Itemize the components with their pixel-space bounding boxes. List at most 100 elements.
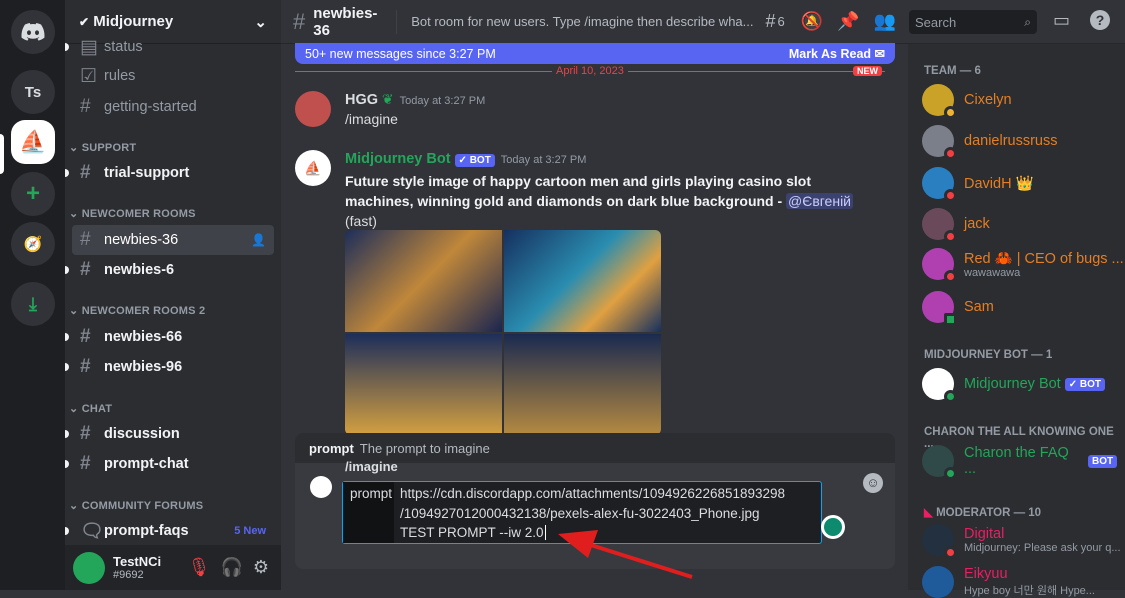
hash-icon: # <box>80 453 91 474</box>
member-list-icon[interactable]: 👥 <box>874 11 896 32</box>
inbox-icon[interactable]: ▭ <box>1053 10 1070 31</box>
channel-trial-support[interactable]: # trial-support <box>65 158 274 188</box>
rules-icon: ☑ <box>80 65 98 87</box>
server-midjourney[interactable]: ⛵ <box>11 120 55 164</box>
channel-label: rules <box>104 68 136 84</box>
member-item[interactable]: jack <box>922 208 990 243</box>
member-list: TEAM — 6 Cixelyn danielrussruss DavidH 👑… <box>908 0 1125 598</box>
avatar[interactable] <box>295 91 331 127</box>
channel-newbies-96[interactable]: # newbies-96 <box>65 352 274 382</box>
user-panel: TestNCi #9692 🎙 🎧 ⚙ <box>65 545 281 590</box>
server-rail: Ts ⛵ + 🧭 ⤓ <box>0 0 65 590</box>
image[interactable] <box>504 230 661 332</box>
member-item[interactable]: Charon the FAQ ... BOT <box>922 445 1118 480</box>
new-messages-banner[interactable]: 50+ new messages since 3:27 PM Mark As Re… <box>295 43 895 64</box>
notification-muted-icon[interactable]: 🔕 <box>801 11 823 32</box>
gear-icon[interactable]: ⚙ <box>253 557 269 578</box>
bot-badge: ✓ BOT <box>1064 377 1105 391</box>
new-badge: NEW <box>853 66 882 76</box>
timestamp: Today at 3:27 PM <box>500 154 587 166</box>
channel-newbies-6[interactable]: # newbies-6 <box>65 255 274 285</box>
member-item[interactable]: DavidH 👑 <box>922 167 1034 202</box>
member-category: TEAM — 6 <box>924 65 981 77</box>
channel-prompt-faqs[interactable]: 🗨 prompt-faqs 5 New <box>65 516 274 546</box>
forum-icon: 🗨 <box>80 521 105 542</box>
member-item[interactable]: danielrussruss <box>922 125 1058 160</box>
channel-header: # newbies-36 Bot room for new users. Typ… <box>281 0 908 44</box>
bot-badge: ✓ BOT <box>454 154 495 167</box>
invite-icon[interactable]: 👤 <box>251 233 266 247</box>
mute-mic-icon[interactable]: 🎙 <box>188 557 211 578</box>
banner-text: 50+ new messages since 3:27 PM <box>305 46 496 61</box>
timestamp: Today at 3:27 PM <box>399 95 486 107</box>
channel-label: newbies-96 <box>104 359 183 375</box>
message-text: /imagine <box>345 111 398 127</box>
param-label: prompt <box>343 482 394 543</box>
category-support[interactable]: ⌄ SUPPORT <box>69 141 136 154</box>
channel-label: newbies-36 <box>104 232 179 248</box>
mark-as-read-button[interactable]: Mark As Read ✉ <box>789 46 885 61</box>
channel-newbies-66[interactable]: # newbies-66 <box>65 322 274 352</box>
category-chat[interactable]: ⌄ CHAT <box>69 402 112 415</box>
member-item[interactable]: Eikyuu Hype boy 너만 원해 Hype... <box>922 566 1095 598</box>
member-item[interactable]: Cixelyn <box>922 84 1012 119</box>
selected-indicator <box>0 134 4 174</box>
hash-icon: # <box>80 96 91 117</box>
member-item[interactable]: Digital Midjourney: Please ask your q... <box>922 524 1121 559</box>
search-placeholder: Search <box>915 14 957 30</box>
channel-discussion[interactable]: # discussion <box>65 419 274 449</box>
hash-icon: # <box>80 229 91 250</box>
emoji-icon[interactable]: ☺ <box>863 473 883 493</box>
hash-icon: # <box>80 326 91 347</box>
image[interactable] <box>504 333 661 435</box>
image[interactable] <box>345 230 502 332</box>
download-icon[interactable]: ⤓ <box>11 282 55 326</box>
bot-badge: BOT <box>1088 454 1118 468</box>
search-input[interactable]: Search ⌕ <box>909 10 1037 34</box>
server-ts[interactable]: Ts <box>11 70 55 114</box>
add-server-icon[interactable]: + <box>11 172 55 216</box>
member-item[interactable]: Red 🦀 | CEO of bugs ... wawawawa <box>922 248 1124 283</box>
prompt-line: TEST PROMPT --iw 2.0 <box>400 525 544 540</box>
channel-getting-started[interactable]: # getting-started <box>72 92 274 122</box>
red-arrow-annotation <box>558 530 693 579</box>
category-newcomer-2[interactable]: ⌄ NEWCOMER ROOMS 2 <box>69 304 205 317</box>
date-divider: April 10, 2023 <box>552 65 628 77</box>
hash-icon: # <box>80 423 91 444</box>
hash-icon: # <box>80 259 91 280</box>
member-item[interactable]: Sam <box>922 291 994 326</box>
headphones-icon[interactable]: 🎧 <box>220 557 242 578</box>
member-item[interactable]: Midjourney Bot ✓ BOT <box>922 368 1105 403</box>
pin-icon[interactable]: 📌 <box>837 11 859 32</box>
discord-home-button[interactable] <box>11 10 55 54</box>
category-forums[interactable]: ⌄ COMMUNITY FORUMS <box>69 499 203 512</box>
threads-icon[interactable]: # <box>765 11 775 32</box>
category-newcomer[interactable]: ⌄ NEWCOMER ROOMS <box>69 207 196 220</box>
user-mention[interactable]: @Євгеній <box>786 193 854 209</box>
image-grid[interactable] <box>345 230 661 435</box>
channel-rules[interactable]: ☑ rules <box>72 61 274 91</box>
message: HGG ❦ Today at 3:27 PM /imagine <box>345 91 485 127</box>
channel-status[interactable]: ▤ status <box>65 32 274 62</box>
image[interactable] <box>345 333 502 435</box>
new-posts-badge: 5 New <box>234 525 266 537</box>
member-category: MODERATOR — 10 <box>936 507 1042 519</box>
prompt-line: https://cdn.discordapp.com/attachments/1… <box>400 486 786 501</box>
message-author[interactable]: Midjourney Bot <box>345 151 451 167</box>
avatar[interactable] <box>73 551 105 584</box>
hash-icon: # <box>293 8 306 34</box>
avatar[interactable]: ⛵ <box>295 150 331 186</box>
channel-prompt-chat[interactable]: # prompt-chat <box>65 449 274 479</box>
channel-topic[interactable]: Bot room for new users. Type /imagine th… <box>411 14 753 29</box>
threads-count: 6 <box>777 14 785 29</box>
bot-avatar <box>310 476 332 498</box>
channel-label: status <box>104 39 143 55</box>
hash-icon: # <box>80 162 91 183</box>
channel-newbies-36[interactable]: # newbies-36 👤 <box>72 225 274 255</box>
channel-title: newbies-36 <box>313 4 378 39</box>
message-suffix: (fast) <box>345 213 377 229</box>
explore-compass-icon[interactable]: 🧭 <box>11 222 55 266</box>
message-author[interactable]: HGG <box>345 92 378 108</box>
grammarly-icon[interactable] <box>821 515 845 539</box>
help-icon[interactable]: ? <box>1090 10 1110 30</box>
